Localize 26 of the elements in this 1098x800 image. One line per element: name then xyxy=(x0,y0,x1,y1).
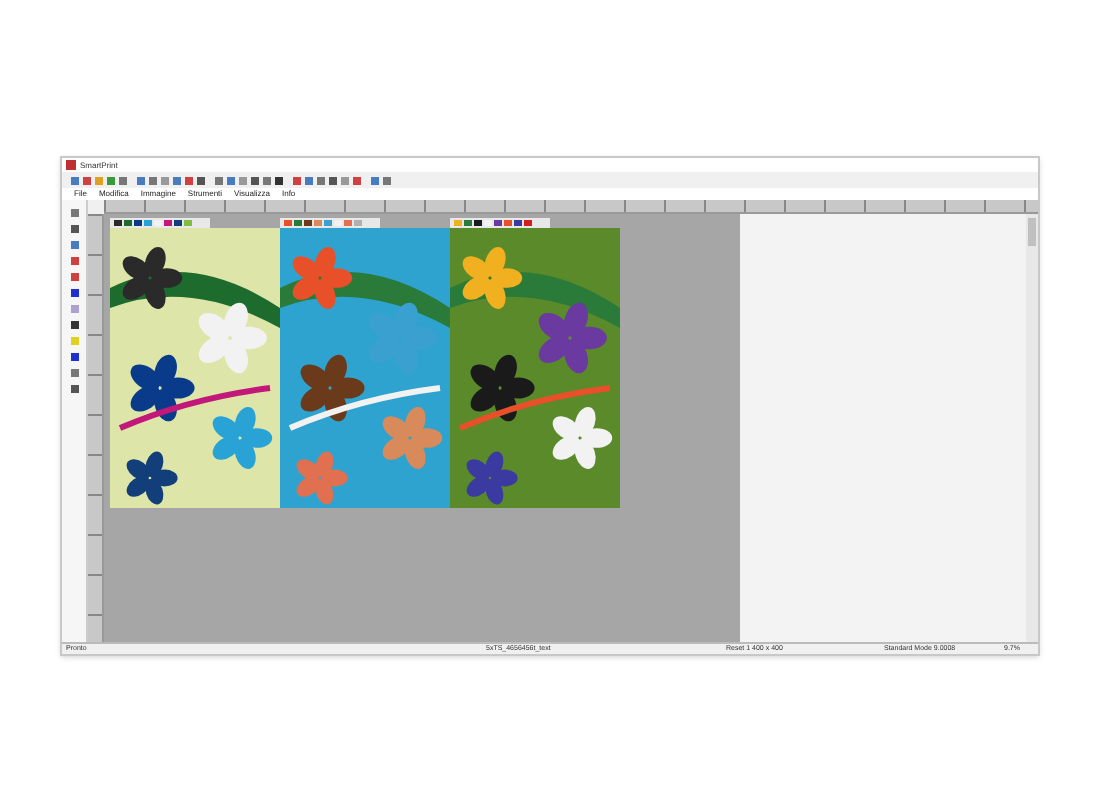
color-swatch[interactable] xyxy=(134,220,142,226)
scrollbar[interactable] xyxy=(1026,214,1038,642)
color-swatch[interactable] xyxy=(504,220,512,226)
color-swatch[interactable] xyxy=(334,220,342,226)
color-swatch[interactable] xyxy=(494,220,502,226)
color-swatch[interactable] xyxy=(184,220,192,226)
color-swatch[interactable] xyxy=(524,220,532,226)
color-swatch[interactable] xyxy=(464,220,472,226)
color-swatch[interactable] xyxy=(304,220,312,226)
color-swatch[interactable] xyxy=(124,220,132,226)
app-icon xyxy=(66,160,76,170)
color-swatch[interactable] xyxy=(474,220,482,226)
color-swatch[interactable] xyxy=(484,220,492,226)
color-swatch[interactable] xyxy=(114,220,122,226)
color-swatch[interactable] xyxy=(294,220,302,226)
color-swatch[interactable] xyxy=(324,220,332,226)
color-swatch[interactable] xyxy=(454,220,462,226)
color-swatch[interactable] xyxy=(354,220,362,226)
color-swatch[interactable] xyxy=(284,220,292,226)
color-swatch[interactable] xyxy=(514,220,522,226)
color-swatch[interactable] xyxy=(314,220,322,226)
color-swatch[interactable] xyxy=(144,220,152,226)
color-swatch[interactable] xyxy=(154,220,162,226)
color-swatch[interactable] xyxy=(174,220,182,226)
color-swatch[interactable] xyxy=(164,220,172,226)
color-swatch[interactable] xyxy=(344,220,352,226)
